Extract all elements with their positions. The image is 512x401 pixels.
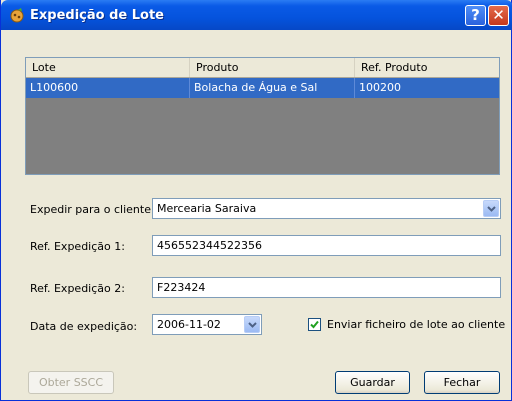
client-select-value: Mercearia Saraiva: [157, 202, 257, 215]
table-row[interactable]: L100600 Bolacha de Água e Sal 100200: [26, 78, 499, 98]
close-window-button[interactable]: ✕: [488, 5, 509, 26]
ref2-label: Ref. Expedição 2:: [30, 282, 125, 295]
client-select[interactable]: Mercearia Saraiva: [152, 198, 501, 219]
date-value: 2006-11-02: [157, 318, 221, 331]
date-picker[interactable]: 2006-11-02: [152, 314, 262, 335]
cell-produto: Bolacha de Água e Sal: [190, 78, 355, 98]
ref1-field[interactable]: 456552344522356: [152, 235, 501, 256]
window-title: Expedição de Lote: [30, 8, 164, 23]
send-file-label[interactable]: Enviar ficheiro de lote ao cliente: [327, 318, 505, 331]
date-label: Data de expedição:: [30, 320, 138, 333]
column-header-produto[interactable]: Produto: [190, 58, 355, 77]
title-bar[interactable]: Expedição de Lote ? ✕: [1, 0, 512, 30]
app-icon: [9, 7, 25, 23]
save-button[interactable]: Guardar: [335, 371, 410, 394]
batch-table[interactable]: Lote Produto Ref. Produto L100600 Bolach…: [25, 57, 500, 175]
table-header: Lote Produto Ref. Produto: [26, 58, 499, 78]
help-button[interactable]: ?: [465, 5, 486, 26]
ref1-label: Ref. Expedição 1:: [30, 240, 125, 253]
client-label: Expedir para o cliente:: [30, 203, 155, 216]
column-header-ref-produto[interactable]: Ref. Produto: [355, 58, 499, 77]
send-file-checkbox[interactable]: [308, 318, 321, 331]
calendar-dropdown-icon[interactable]: [244, 316, 260, 333]
cell-ref-produto: 100200: [359, 81, 401, 94]
chevron-down-icon[interactable]: [483, 200, 499, 217]
get-sscc-button[interactable]: Obter SSCC: [28, 371, 114, 394]
ref2-field[interactable]: F223424: [152, 277, 501, 298]
dialog-window: Expedição de Lote ? ✕ Lote Produto Ref. …: [0, 0, 512, 401]
cell-lote: L100600: [26, 78, 190, 98]
column-header-lote[interactable]: Lote: [26, 58, 190, 77]
close-button[interactable]: Fechar: [424, 371, 500, 394]
